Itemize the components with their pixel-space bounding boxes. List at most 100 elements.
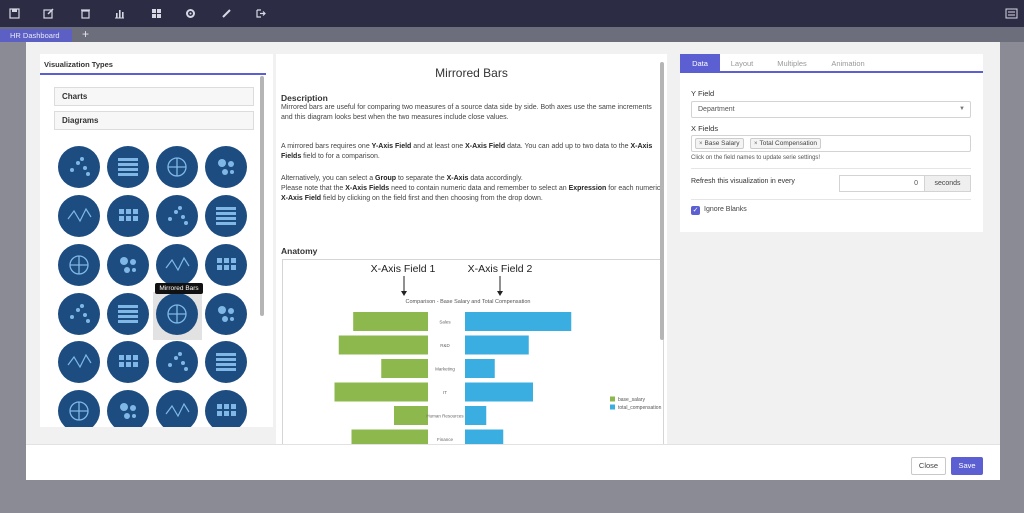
- bar-total_compensation: [465, 406, 487, 425]
- description-panel: Mirrored Bars Description Mirrored bars …: [276, 54, 667, 444]
- tab-animation[interactable]: Animation: [822, 54, 874, 73]
- visualization-types-panel: Visualization Types Charts Diagrams Mirr…: [40, 54, 273, 427]
- category-label: R&D: [440, 343, 450, 348]
- table-icon[interactable]: [58, 293, 100, 335]
- divider: [691, 168, 971, 169]
- mirrored-bars-icon[interactable]: [156, 293, 198, 335]
- bar-total_compensation: [465, 382, 533, 402]
- bar-base_salary: [353, 312, 428, 331]
- y-field-value: Department: [698, 106, 735, 113]
- annotation-arrow-head: [497, 291, 503, 296]
- scatter-diagram-icon[interactable]: [58, 146, 100, 188]
- title-underline: [40, 73, 266, 75]
- anatomy-chart: X-Axis Field 1 X-Axis Field 2 Comparison -…: [334, 263, 662, 444]
- category-label: Sales: [439, 320, 451, 325]
- brush-icon[interactable]: [218, 5, 235, 22]
- sport-ball-icon[interactable]: [156, 195, 198, 237]
- bar-base_salary: [394, 406, 428, 425]
- top-toolbar: [0, 0, 1024, 27]
- modal-footer: Close Save: [26, 444, 1000, 480]
- circle-pack-icon[interactable]: [205, 195, 247, 237]
- table-bars-icon[interactable]: [156, 146, 198, 188]
- y-field-label: Y Field: [691, 89, 715, 98]
- hbar-icon[interactable]: [205, 244, 247, 286]
- visualization-modal: Visualization Types Charts Diagrams Mirr…: [26, 42, 1000, 480]
- bar-base_salary: [351, 429, 428, 444]
- bar-total_compensation: [465, 359, 495, 378]
- tab-data[interactable]: Data: [680, 54, 720, 73]
- panel-title: Visualization Types: [44, 60, 113, 69]
- exit-icon[interactable]: [252, 5, 269, 22]
- anatomy-figure: X-Axis Field 1 X-Axis Field 2 Comparison -…: [282, 259, 664, 444]
- parallel-lines-icon[interactable]: [58, 341, 100, 383]
- page-title: Mirrored Bars: [435, 66, 508, 80]
- close-button[interactable]: Close: [911, 457, 946, 475]
- wave-icon[interactable]: [58, 390, 100, 427]
- node-graph-icon[interactable]: [205, 293, 247, 335]
- tab-multiples[interactable]: Multiples: [768, 54, 816, 73]
- remove-icon[interactable]: ×: [754, 141, 758, 147]
- bar-chart-icon[interactable]: [111, 5, 128, 22]
- x-fields-label: X Fields: [691, 124, 719, 133]
- bar-base_salary: [381, 359, 428, 378]
- tab-hr-dashboard[interactable]: HR Dashboard: [0, 29, 72, 42]
- crossing-lines-icon[interactable]: [205, 341, 247, 383]
- annotation-arrow-head: [401, 291, 407, 296]
- edit-icon[interactable]: [40, 5, 57, 22]
- trash-icon[interactable]: [77, 5, 94, 22]
- legend-label: total_compensation: [618, 405, 662, 411]
- gear-icon[interactable]: [182, 5, 199, 22]
- word-cloud-icon[interactable]: [107, 195, 149, 237]
- tab-layout[interactable]: Layout: [722, 54, 762, 73]
- dot-grid-icon[interactable]: [156, 341, 198, 383]
- scrollbar[interactable]: [260, 76, 264, 316]
- section-diagrams[interactable]: Diagrams: [54, 111, 254, 130]
- org-chart-icon[interactable]: [205, 390, 247, 427]
- category-label: Human Resources: [426, 414, 464, 419]
- x-field-tag[interactable]: × Base Salary: [695, 138, 744, 149]
- tree-branch-icon[interactable]: [107, 244, 149, 286]
- network-icon[interactable]: [156, 244, 198, 286]
- bar-base_salary: [338, 335, 428, 355]
- annotation-label: X-Axis Field 2: [468, 263, 533, 275]
- description-text-2: A mirrored bars requires one Y-Axis Fiel…: [281, 143, 653, 160]
- save-button[interactable]: Save: [951, 457, 983, 475]
- chart-title: Comparison - Base Salary and Total Compe…: [406, 299, 531, 305]
- heatmap-grid-icon[interactable]: [58, 244, 100, 286]
- dot-matrix-icon[interactable]: [107, 293, 149, 335]
- add-tab-button[interactable]: +: [82, 27, 89, 42]
- radial-icon[interactable]: [107, 390, 149, 427]
- x-field-tag[interactable]: × Total Compensation: [750, 138, 821, 149]
- scrollbar[interactable]: [660, 62, 664, 340]
- bubble-cluster-icon[interactable]: [107, 146, 149, 188]
- settings-tabs: Data Layout Multiples Animation: [680, 54, 983, 73]
- bar-base_salary: [334, 382, 428, 402]
- category-label: Finance: [437, 437, 454, 442]
- bar-total_compensation: [465, 429, 504, 444]
- annotation-label: X-Axis Field 1: [371, 263, 436, 275]
- remove-icon[interactable]: ×: [699, 141, 703, 147]
- y-field-select[interactable]: Department ▼: [691, 101, 971, 118]
- flow-arrow-icon[interactable]: [107, 341, 149, 383]
- section-charts[interactable]: Charts: [54, 87, 254, 106]
- dashboard-tabs: HR Dashboard +: [0, 27, 1024, 42]
- refresh-input[interactable]: 0: [839, 175, 925, 192]
- ignore-blanks-checkbox[interactable]: ✓: [691, 206, 700, 215]
- save-icon[interactable]: [6, 5, 23, 22]
- menu-icon[interactable]: [1003, 5, 1020, 22]
- tooltip: Mirrored Bars: [155, 283, 203, 294]
- line-diagram-icon[interactable]: [205, 146, 247, 188]
- legend-label: base_salary: [618, 397, 645, 403]
- legend-swatch: [610, 404, 615, 410]
- description-text-1: Mirrored bars are useful for comparing t…: [281, 104, 652, 121]
- x-fields-input[interactable]: × Base Salary × Total Compensation: [691, 135, 971, 152]
- grid-table-icon[interactable]: [58, 195, 100, 237]
- anatomy-heading: Anatomy: [281, 246, 318, 256]
- description-text-3: Alternatively, you can select a Group to…: [281, 175, 661, 202]
- dashboard-icon[interactable]: [148, 5, 165, 22]
- bar-total_compensation: [465, 312, 572, 331]
- hint-text: Click on the field names to update serie…: [691, 155, 821, 161]
- settings-panel: Data Layout Multiples Animation Y Field …: [680, 54, 983, 232]
- timeline-dots-icon[interactable]: [156, 390, 198, 427]
- modal-body: Visualization Types Charts Diagrams Mirr…: [26, 42, 1000, 444]
